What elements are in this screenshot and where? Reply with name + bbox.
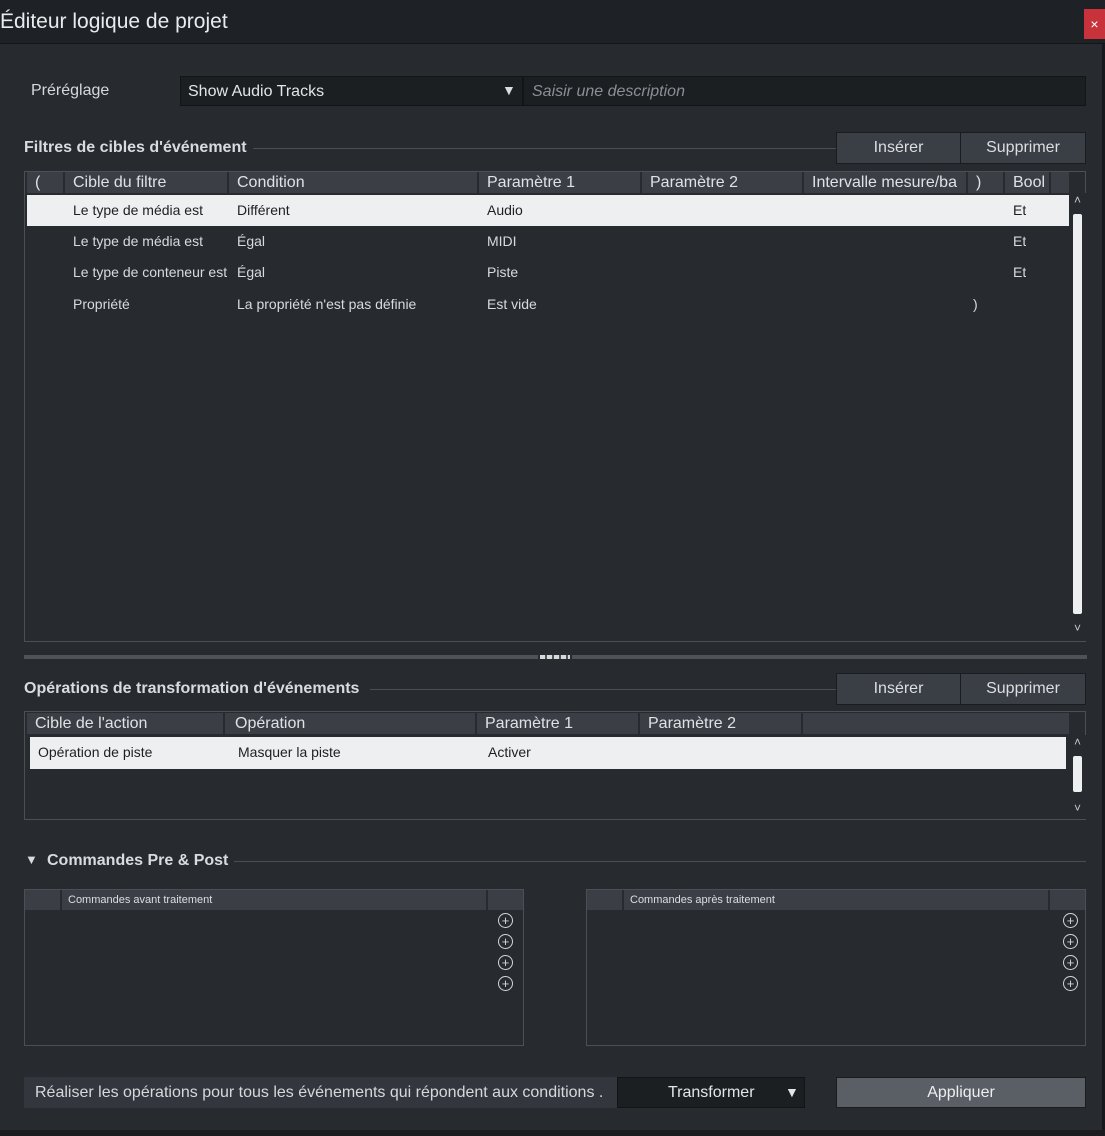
scroll-down-icon[interactable]: ˅ — [1069, 621, 1086, 637]
section-divider — [253, 148, 836, 149]
commands-section-title[interactable]: Commandes Pre & Post — [47, 852, 228, 870]
scroll-up-icon[interactable]: ˄ — [1069, 735, 1086, 749]
cell-close-paren: ) — [973, 296, 978, 312]
table-row[interactable]: Opération de piste Masquer la piste Acti… — [30, 737, 1066, 769]
filters-delete-button[interactable]: Supprimer — [960, 132, 1086, 164]
cell-param1: MIDI — [487, 233, 517, 249]
cell-filter-target: Propriété — [73, 296, 130, 312]
function-dropdown[interactable]: Transformer ▼ — [617, 1077, 805, 1108]
scroll-thumb[interactable] — [1073, 756, 1082, 792]
header-param2[interactable]: Paramètre 2 — [640, 713, 803, 734]
filters-section-title: Filtres de cibles d'événement — [24, 139, 247, 156]
description-input[interactable]: Saisir une description — [523, 76, 1086, 106]
add-command-icon[interactable]: + — [498, 934, 513, 949]
table-row[interactable]: Le type de média est Égal MIDI Et — [27, 226, 1069, 257]
operations-scrollbar[interactable]: ˄ ˅ — [1069, 735, 1086, 819]
cell-filter-target: Le type de conteneur est — [73, 264, 228, 280]
cell-param1: Audio — [487, 202, 523, 218]
operations-insert-button[interactable]: Insérer — [836, 673, 961, 705]
add-command-icon[interactable]: + — [498, 976, 513, 991]
header-bool[interactable]: Bool — [1005, 172, 1051, 193]
pre-commands-header: Commandes avant traitement — [25, 890, 523, 910]
filters-insert-button[interactable]: Insérer — [836, 132, 961, 164]
add-command-icon[interactable]: + — [1063, 913, 1078, 928]
header-bar-range[interactable]: Intervalle mesure/ba — [804, 172, 968, 193]
cell-bool: Et — [1013, 202, 1027, 218]
header-filter-target[interactable]: Cible du filtre — [65, 172, 229, 193]
scroll-thumb[interactable] — [1073, 214, 1082, 614]
post-commands-list: Commandes après traitement + + + + — [586, 889, 1086, 1046]
add-command-icon[interactable]: + — [498, 913, 513, 928]
cell-param1: Est vide — [487, 296, 537, 312]
cell-condition: Différent — [237, 202, 290, 218]
splitter-left[interactable] — [24, 655, 538, 659]
post-commands-header: Commandes après traitement — [587, 890, 1085, 910]
function-dropdown-value: Transformer — [668, 1084, 755, 1101]
cell-bool: Et — [1013, 264, 1027, 280]
filters-scrollbar[interactable]: ˄ ˅ — [1069, 193, 1086, 641]
section-divider — [370, 689, 836, 690]
pre-commands-list: Commandes avant traitement + + + + — [24, 889, 524, 1046]
add-command-icon[interactable]: + — [1063, 955, 1078, 970]
header-param1[interactable]: Paramètre 1 — [479, 172, 642, 193]
cell-filter-target: Le type de média est — [73, 233, 203, 249]
window-title: Éditeur logique de projet — [0, 10, 228, 33]
cell-condition: La propriété n'est pas définie — [237, 296, 417, 312]
table-row[interactable]: Le type de conteneur est Égal Piste Et — [27, 257, 1069, 288]
chevron-down-icon[interactable]: ▼ — [502, 82, 516, 98]
operation-description: Réaliser les opérations pour tous les év… — [24, 1077, 617, 1108]
header-condition[interactable]: Condition — [229, 172, 479, 193]
operations-table: Cible de l'action Opération Paramètre 1 … — [24, 711, 1086, 820]
preset-dropdown[interactable]: Show Audio Tracks — [180, 76, 523, 106]
splitter-grip-icon[interactable] — [540, 655, 570, 659]
add-command-icon[interactable]: + — [1063, 976, 1078, 991]
operations-table-header: Cible de l'action Opération Paramètre 1 … — [27, 713, 1069, 734]
cell-condition: Égal — [237, 233, 266, 249]
header-operation[interactable]: Opération — [227, 713, 477, 734]
header-close-paren[interactable]: ) — [968, 172, 1005, 193]
pre-commands-column[interactable]: Commandes avant traitement — [60, 890, 488, 910]
close-button[interactable]: × — [1084, 9, 1105, 39]
filters-table-header: ( Cible du filtre Condition Paramètre 1 … — [27, 172, 1069, 193]
operations-delete-button[interactable]: Supprimer — [960, 673, 1086, 705]
cell-param1: Activer — [488, 744, 531, 760]
operations-section-title: Opérations de transformation d'événement… — [24, 680, 360, 697]
cell-bool: Et — [1013, 233, 1027, 249]
filters-table: ( Cible du filtre Condition Paramètre 1 … — [24, 171, 1086, 642]
apply-button[interactable]: Appliquer — [836, 1077, 1086, 1108]
collapse-toggle-icon[interactable]: ▼ — [25, 852, 38, 867]
scroll-up-icon[interactable]: ˄ — [1069, 193, 1086, 209]
add-command-icon[interactable]: + — [498, 955, 513, 970]
table-row[interactable]: Le type de média est Différent Audio Et — [27, 195, 1069, 226]
cell-filter-target: Le type de média est — [73, 202, 203, 218]
chevron-down-icon: ▼ — [785, 1084, 799, 1100]
scroll-down-icon[interactable]: ˅ — [1069, 801, 1086, 815]
cell-condition: Égal — [237, 264, 266, 280]
cell-action-target: Opération de piste — [38, 744, 153, 760]
window-border — [0, 1130, 1105, 1136]
header-open-paren[interactable]: ( — [27, 172, 65, 193]
header-param2[interactable]: Paramètre 2 — [642, 172, 804, 193]
header-action-target[interactable]: Cible de l'action — [27, 713, 225, 734]
post-commands-column[interactable]: Commandes après traitement — [622, 890, 1050, 910]
add-command-icon[interactable]: + — [1063, 934, 1078, 949]
cell-operation: Masquer la piste — [238, 744, 341, 760]
header-param1[interactable]: Paramètre 1 — [477, 713, 640, 734]
preset-label: Préréglage — [31, 82, 110, 99]
cell-param1: Piste — [487, 264, 519, 280]
table-row[interactable]: Propriété La propriété n'est pas définie… — [27, 289, 1069, 320]
splitter-right[interactable] — [572, 655, 1087, 659]
section-divider — [234, 861, 1086, 862]
